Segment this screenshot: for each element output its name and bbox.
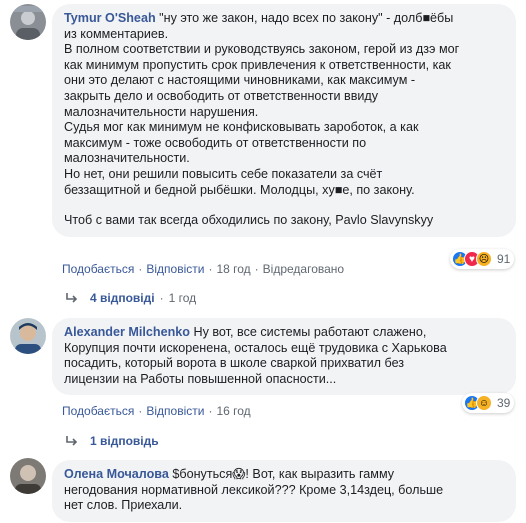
reaction-count: 91	[497, 252, 511, 266]
comment-line: беззащитной и бедной рыбёшки. Молодцы, х…	[64, 182, 415, 197]
comment-line: малозначительности.	[64, 151, 190, 166]
comment-line: как минимум пропустить срок привлечения …	[64, 57, 451, 72]
view-replies[interactable]: 4 відповіді · 1 год	[66, 291, 196, 305]
replies-time: 1 год	[168, 291, 197, 305]
edited-label[interactable]: Відредаговано	[263, 262, 344, 276]
like-button[interactable]: Подобається	[62, 404, 134, 418]
comment-line: малозначительности нарушения.	[64, 104, 259, 119]
comment-line: из комментариев.	[64, 26, 169, 41]
comment-text: "ну это же закон, надо всех по закону" -…	[155, 11, 454, 25]
comment-line: Чтоб с вами так всегда обходились по зак…	[64, 213, 434, 228]
view-replies[interactable]: 1 відповідь	[66, 434, 159, 448]
comment-bubble: Tymur O'Sheah "ну это же закон, надо все…	[52, 4, 516, 237]
avatar[interactable]	[10, 4, 46, 40]
comment-line: В полном соответствии и руководствуясь з…	[64, 42, 460, 57]
comment-time[interactable]: 16 год	[216, 404, 250, 418]
comment-bubble: Олена Мочалова $бонуться😱! Вот, как выра…	[52, 460, 516, 522]
reactions-summary[interactable]: 👍 ☺ 39	[462, 393, 515, 413]
sad-icon: ☹	[476, 251, 492, 267]
comment-time[interactable]: 18 год	[216, 262, 250, 276]
comment-actions: Подобається · Відповісти · 18 год · Відредагов…	[62, 262, 345, 276]
comment-line: Но нет, они решили повысить себе показат…	[64, 166, 383, 181]
comment-actions: Подобається · Відповісти · 16 год	[62, 404, 251, 418]
reply-arrow-icon	[66, 436, 78, 446]
comment-line: посадить, который ворота в школе сваркой…	[64, 356, 405, 371]
comment-line: Судья мог как минимум не конфисковывать …	[64, 120, 419, 135]
reaction-count: 39	[497, 396, 511, 410]
comment-author[interactable]: Олена Мочалова	[64, 467, 169, 481]
comment-line: нет слов. Приехали.	[64, 498, 183, 513]
comment-line: негодования нормативной лексикой??? Кром…	[64, 482, 444, 497]
comment-line: Корупция почти искоренена, осталось ещё …	[64, 340, 447, 355]
comment-line: максимум - тоже освободить от ответствен…	[64, 135, 367, 150]
comment-author[interactable]: Tymur O'Sheah	[64, 11, 156, 25]
comment-bubble: Alexander Milchenko Ну вот, все системы …	[52, 318, 516, 396]
comment-line: они это делают с настоящими чиновниками,…	[64, 73, 416, 88]
comment-line: закрыть дело и освободить от ответственн…	[64, 88, 379, 103]
reactions-summary[interactable]: 👍 ♥ ☹ 91	[450, 249, 515, 269]
comment-text: Ну вот, все системы работают слажено,	[189, 325, 427, 339]
comment-line: лицензии на Работы повышенной опасности.…	[64, 371, 337, 386]
reply-button[interactable]: Відповісти	[146, 404, 204, 418]
reply-arrow-icon	[66, 293, 78, 303]
comment-text: $бонуться😱! Вот, как выразить гамму	[168, 467, 395, 481]
comment-author[interactable]: Alexander Milchenko	[64, 325, 190, 339]
haha-icon: ☺	[476, 395, 492, 411]
like-button[interactable]: Подобається	[62, 262, 134, 276]
avatar[interactable]	[10, 458, 46, 494]
avatar[interactable]	[10, 318, 46, 354]
replies-count[interactable]: 4 відповіді	[90, 291, 155, 305]
replies-count[interactable]: 1 відповідь	[90, 434, 159, 448]
reply-button[interactable]: Відповісти	[146, 262, 204, 276]
